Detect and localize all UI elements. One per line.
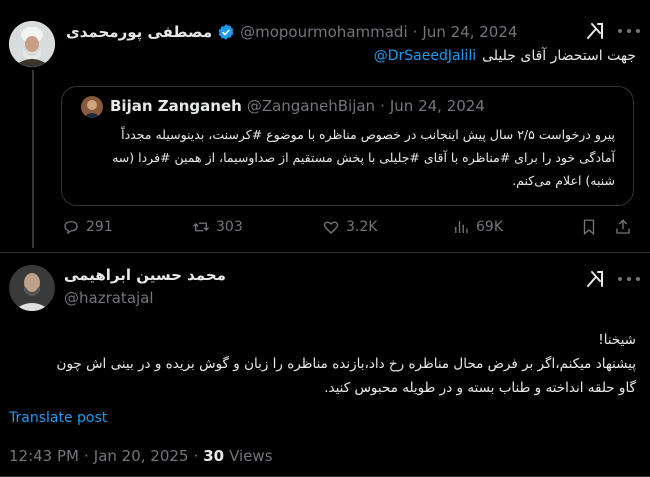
tweet-divider bbox=[0, 252, 650, 253]
reply-count: 291 bbox=[86, 219, 113, 235]
avatar-image bbox=[9, 21, 55, 67]
tweet-text-line: گاو حلقه انداخته و طناب بسته و در طویله … bbox=[324, 380, 636, 396]
views-count: 69K bbox=[476, 219, 503, 235]
quoted-text-line: پیرو درخواست ۲/۵ سال پیش اینجانب در خصوص… bbox=[121, 127, 615, 142]
separator-dot: · bbox=[193, 447, 199, 465]
views-label: Views bbox=[229, 447, 273, 465]
like-icon bbox=[323, 221, 339, 234]
tweet-2-meta: 12:43 PM · Jan 20, 2025 · 30 Views bbox=[9, 447, 273, 465]
separator-dot: · bbox=[83, 447, 89, 465]
tweet-2-body: شیخنا! پیشنهاد میکنم،اگر بر فرض محال منا… bbox=[10, 328, 636, 400]
like-button[interactable]: 3.2K bbox=[322, 218, 377, 236]
bookmark-icon bbox=[583, 219, 595, 236]
grok-icon[interactable] bbox=[585, 21, 605, 41]
repost-button[interactable]: 303 bbox=[192, 218, 243, 236]
quoted-author-handle[interactable]: @ZanganehBijan bbox=[247, 97, 375, 115]
tweet-1-header: مصطفی پورمحمدی @mopourmohammadi · Jun 24… bbox=[66, 22, 517, 42]
grok-icon[interactable] bbox=[585, 269, 605, 289]
views-icon bbox=[455, 221, 468, 233]
tweet-text-line: شیخنا! bbox=[598, 332, 636, 348]
tweet-text-line: پیشنهاد میکنم،اگر بر فرض محال مناظره رخ … bbox=[56, 356, 636, 372]
post-time[interactable]: 12:43 PM bbox=[9, 447, 79, 465]
tweet-1-text: @DrSaeedJalili جهت استحضار آقای جلیلی bbox=[374, 45, 636, 67]
author-name[interactable]: محمد حسین ابراهیمی bbox=[64, 266, 264, 284]
like-count: 3.2K bbox=[346, 219, 378, 235]
thread-connector-line bbox=[32, 70, 34, 248]
avatar-mopourmohammadi[interactable] bbox=[9, 21, 55, 67]
avatar-image bbox=[9, 265, 55, 311]
share-button[interactable] bbox=[614, 218, 632, 236]
reply-icon bbox=[64, 221, 78, 235]
post-date[interactable]: Jan 20, 2025 bbox=[94, 447, 189, 465]
quoted-author-name[interactable]: Bijan Zanganeh bbox=[110, 97, 242, 115]
quoted-text-line: آمادگی خود را برای #مناظره با آقای #جلیل… bbox=[112, 150, 615, 165]
quoted-tweet-card[interactable]: Bijan Zanganeh @ZanganehBijan · Jun 24, … bbox=[61, 86, 634, 206]
separator-dot: · bbox=[380, 97, 385, 115]
more-icon[interactable] bbox=[618, 22, 640, 40]
translate-post-link[interactable]: Translate post bbox=[9, 410, 107, 426]
bookmark-button[interactable] bbox=[580, 218, 598, 236]
views-button[interactable]: 69K bbox=[452, 218, 503, 236]
separator-dot: · bbox=[412, 23, 418, 41]
tweet-1-body: جهت استحضار آقای جلیلی bbox=[482, 48, 636, 64]
quoted-tweet-date[interactable]: Jun 24, 2024 bbox=[390, 97, 485, 115]
more-icon[interactable] bbox=[618, 270, 640, 288]
author-name[interactable]: مصطفی پورمحمدی bbox=[66, 23, 212, 41]
verified-badge-icon bbox=[217, 23, 235, 41]
reply-button[interactable]: 291 bbox=[62, 218, 113, 236]
quoted-text-line: شنبه) اعلام می‌کنم. bbox=[512, 173, 615, 188]
avatar-zanganehbijan[interactable] bbox=[81, 96, 103, 118]
avatar-image bbox=[81, 96, 103, 118]
repost-count: 303 bbox=[216, 219, 243, 235]
mention-link[interactable]: @DrSaeedJalili bbox=[374, 48, 476, 64]
quoted-tweet-text: پیرو درخواست ۲/۵ سال پیش اینجانب در خصوص… bbox=[75, 123, 615, 192]
author-handle[interactable]: @mopourmohammadi bbox=[240, 23, 408, 41]
avatar-hazratajal[interactable] bbox=[9, 265, 55, 311]
author-handle[interactable]: @hazratajal bbox=[64, 289, 154, 307]
quoted-tweet-header: Bijan Zanganeh @ZanganehBijan · Jun 24, … bbox=[110, 96, 485, 116]
views-count: 30 bbox=[203, 447, 225, 465]
repost-icon bbox=[193, 222, 209, 232]
tweet-date[interactable]: Jun 24, 2024 bbox=[422, 23, 517, 41]
share-icon bbox=[616, 219, 630, 234]
